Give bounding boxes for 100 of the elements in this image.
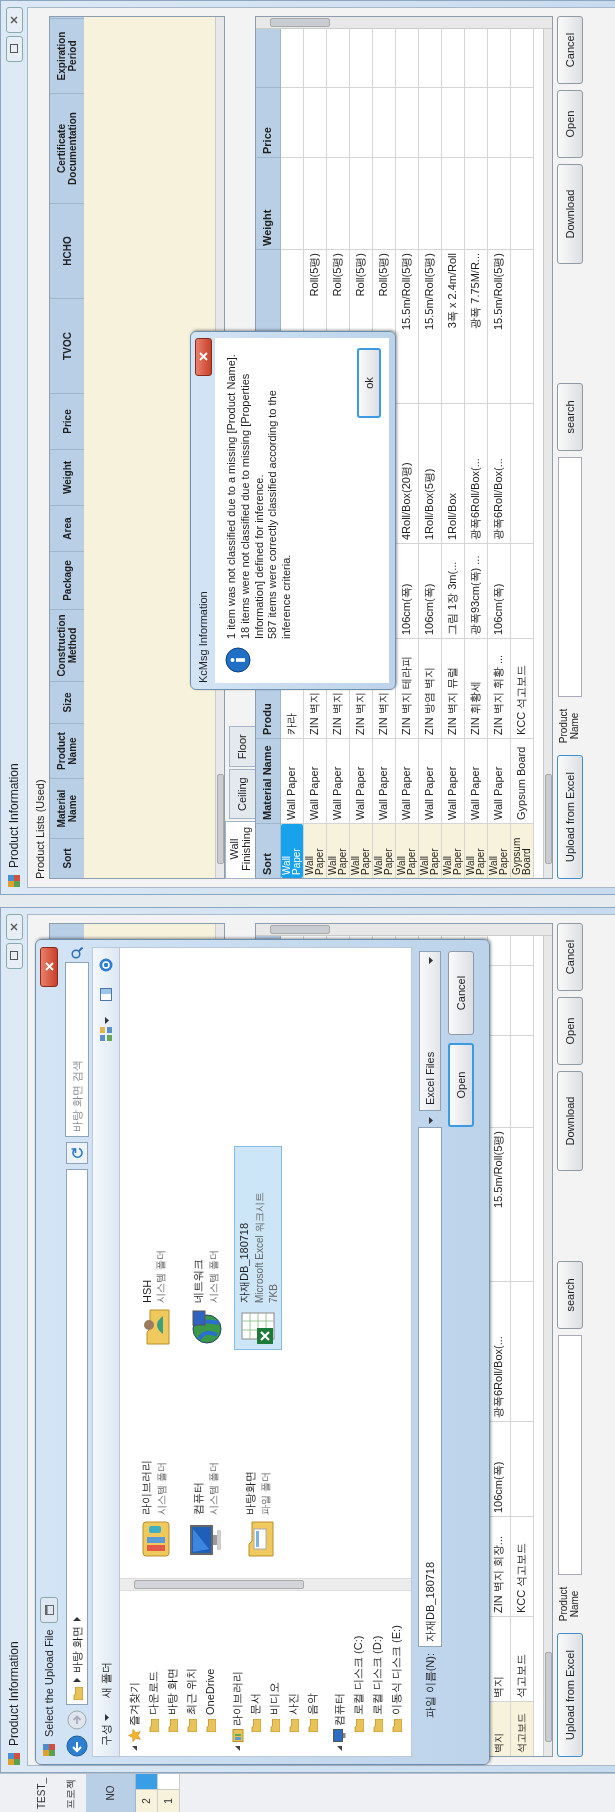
column-header: Produ — [262, 703, 274, 735]
dialog-title: KcMsg Information — [197, 591, 209, 683]
scrollbar-thumb[interactable] — [216, 774, 224, 864]
scrollbar-thumb[interactable] — [134, 1580, 304, 1589]
dialog-button[interactable]: Open — [448, 1043, 474, 1127]
folder-icon — [166, 1719, 178, 1732]
file-name: 컴퓨터 — [191, 1481, 205, 1515]
expand-arrow-icon — [130, 1745, 138, 1752]
table-cell: 광폭 7.75M/R... — [470, 253, 482, 329]
table-cell: 2 — [136, 1790, 157, 1812]
refresh-icon — [71, 1147, 83, 1159]
column-header: HCHO — [50, 203, 84, 298]
scrollbar[interactable] — [256, 17, 552, 29]
action-button[interactable]: Cancel — [556, 16, 583, 84]
table-cell: 1Roll/Box — [447, 492, 459, 540]
table-cell: 4Roll/Box(20평) — [401, 462, 413, 540]
nav-item[interactable]: 로컬 디스크 (D:) — [370, 1635, 385, 1715]
maximize-button[interactable] — [5, 943, 23, 969]
monitor-icon — [333, 1729, 347, 1742]
action-button[interactable]: Download — [556, 1071, 583, 1171]
ok-button[interactable]: ok — [357, 348, 381, 418]
scrollbar[interactable] — [256, 924, 552, 936]
search-field[interactable]: 바탕 화면 검색 — [65, 962, 89, 1137]
back-button[interactable] — [66, 1735, 88, 1757]
organize-button[interactable]: 구성 — [96, 1710, 116, 1750]
dialog-button[interactable]: Cancel — [448, 951, 474, 1035]
file-type-dropdown[interactable]: Excel Files — [419, 951, 441, 1111]
scrollbar-thumb[interactable] — [544, 1652, 552, 1742]
close-button[interactable] — [40, 947, 58, 987]
table-cell: 15.5m/Roll(5평) — [401, 253, 413, 331]
nav-item[interactable]: 최근 위치 — [183, 1667, 199, 1715]
nav-item[interactable]: 다운로드 — [145, 1671, 161, 1715]
scrollbar-thumb[interactable] — [270, 18, 330, 27]
scrollbar[interactable] — [543, 936, 552, 1756]
tab[interactable]: Ceiling — [229, 769, 255, 819]
window-title: TEST_ — [34, 1776, 48, 1811]
table-cell: Wall Paper — [470, 766, 482, 820]
nav-item[interactable]: 즐겨찾기 — [126, 1682, 142, 1726]
file-item[interactable]: HSH 시스템 폴더 — [130, 1146, 178, 1350]
table-cell: 106cm(폭) — [401, 583, 413, 635]
scrollbar[interactable] — [543, 29, 552, 878]
forward-button[interactable] — [67, 1710, 87, 1730]
column-header: Expiration Period — [50, 18, 84, 93]
action-button[interactable]: Open — [556, 90, 583, 158]
nav-item[interactable]: 바탕 화면 — [164, 1667, 180, 1715]
scrollbar[interactable] — [120, 1578, 411, 1591]
action-button[interactable]: Download — [556, 164, 583, 264]
table-cell: Roll(5평) — [355, 253, 367, 297]
close-button[interactable] — [194, 338, 212, 376]
table-cell: 광폭93cm(폭) ... — [470, 555, 482, 635]
search-button[interactable]: search — [556, 1261, 583, 1329]
file-item[interactable]: 바탕화면 파일 폴더 — [234, 1358, 282, 1562]
table-cell: Gypsum Board — [516, 746, 528, 820]
nav-item[interactable]: OneDrive — [204, 1668, 217, 1715]
nav-item[interactable]: 라이브러리 — [229, 1671, 245, 1726]
tab[interactable]: Floor — [229, 726, 255, 768]
table-cell: ZIN 휘황세 — [470, 681, 482, 735]
upload-button[interactable]: Upload from Excel — [556, 1633, 583, 1757]
refresh-button[interactable] — [66, 1142, 88, 1164]
table-cell: ZIN 벽지 — [309, 692, 321, 735]
upload-button[interactable]: Upload from Excel — [556, 755, 583, 879]
file-name-field[interactable]: 자재DB_180718 — [418, 1127, 442, 1647]
scrollbar-thumb[interactable] — [270, 925, 330, 934]
nav-item[interactable]: 음악 — [305, 1693, 321, 1715]
new-folder-button[interactable]: 새 폴더 — [96, 1657, 116, 1702]
action-button[interactable]: Open — [556, 997, 583, 1065]
search-button[interactable]: search — [556, 383, 583, 451]
file-item[interactable]: 컴퓨터 시스템 폴더 — [182, 1358, 230, 1562]
table-cell-text: Gypsum Board — [511, 836, 533, 877]
table-cell: 카라 — [286, 713, 298, 735]
maximize-button[interactable] — [5, 36, 23, 62]
pane-icon — [100, 988, 112, 1001]
caret-icon — [73, 1615, 81, 1622]
file-item[interactable]: 라이브러리 시스템 폴더 — [130, 1358, 178, 1562]
maximize-icon — [10, 44, 18, 54]
nav-item[interactable]: 로컬 디스크 (C:) — [351, 1635, 367, 1715]
info-icon — [225, 647, 251, 673]
close-button[interactable] — [5, 914, 23, 940]
file-item[interactable]: 자재DB_180718 Microsoft Excel 워크시트 7KB — [234, 1146, 282, 1350]
address-text: 바탕 화면 — [69, 1625, 84, 1673]
nav-item[interactable]: 컴퓨터 — [332, 1693, 348, 1726]
scrollbar-thumb[interactable] — [544, 774, 552, 864]
nav-item[interactable]: 사진 — [286, 1693, 302, 1715]
nav-item[interactable]: 비디오 — [267, 1682, 283, 1715]
search-field[interactable] — [557, 1335, 582, 1575]
file-type: 시스템 폴더 — [207, 1462, 220, 1515]
nav-item[interactable]: 문서 — [248, 1693, 264, 1715]
address-bar[interactable]: 바탕 화면 — [66, 1169, 88, 1705]
table-cell: Wall Paper — [493, 766, 505, 820]
action-button[interactable]: Cancel — [556, 923, 583, 991]
close-button[interactable] — [5, 7, 23, 33]
tab[interactable]: Wall Finishing — [225, 821, 255, 879]
file-item[interactable]: 네트워크 시스템 폴더 — [182, 1146, 230, 1350]
column-header: Price — [262, 127, 274, 154]
table-cell: ZIN 벽지 — [378, 692, 390, 735]
nav-item[interactable]: 이동식 디스크 (E:) — [388, 1625, 404, 1715]
file-type: Microsoft Excel 워크시트 — [253, 1192, 266, 1303]
file-name: 네트워크 — [191, 1258, 205, 1303]
table-cell: 석고보드 — [516, 1654, 528, 1698]
search-field[interactable] — [557, 457, 582, 697]
